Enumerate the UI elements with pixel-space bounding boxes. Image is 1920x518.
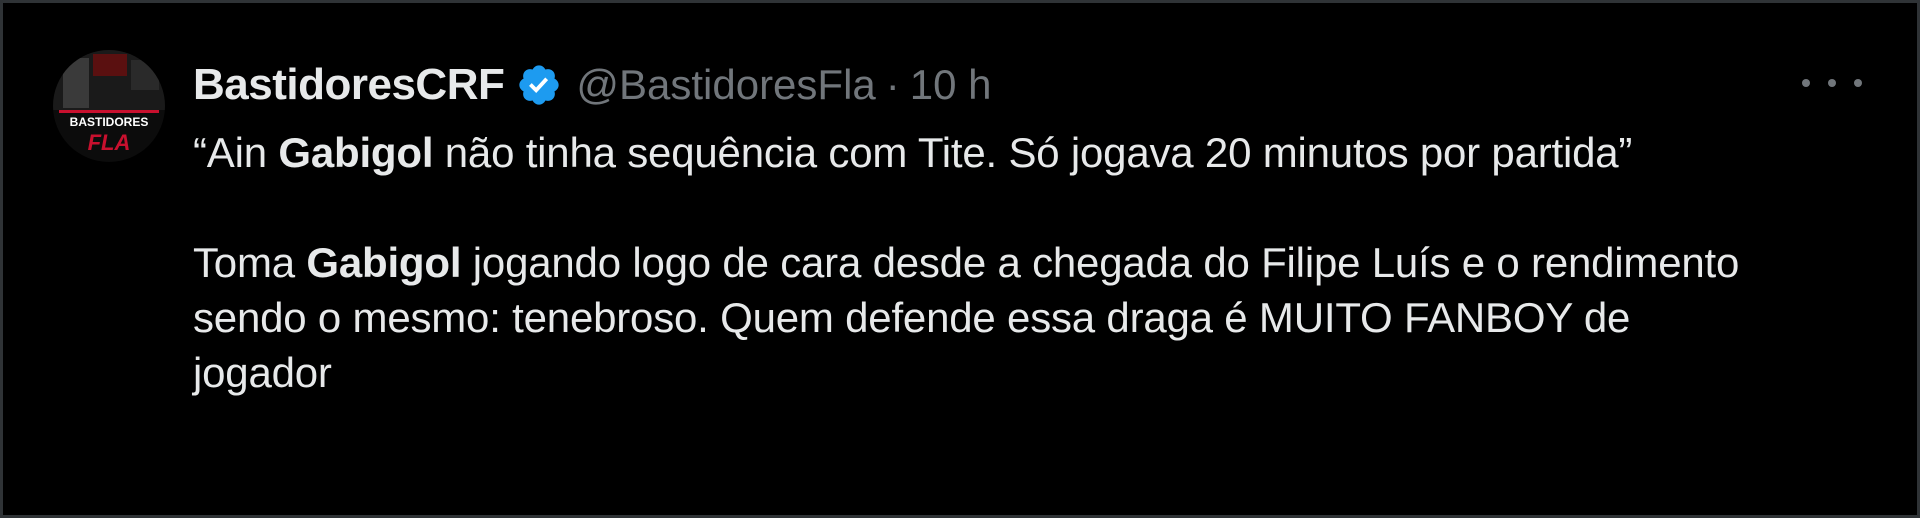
tweet-card[interactable]: BASTIDORES FLA BastidoresCRF @Bastidores…	[0, 0, 1920, 518]
avatar[interactable]: BASTIDORES FLA	[53, 50, 165, 162]
tweet-text: “Ain Gabigol não tinha sequência com Tit…	[193, 125, 1753, 400]
paragraph-2-bold: Gabigol	[306, 239, 462, 286]
paragraph-2-prefix: Toma	[193, 239, 307, 286]
separator-dot: ·	[885, 61, 900, 108]
tweet-paragraph-1: “Ain Gabigol não tinha sequência com Tit…	[193, 125, 1753, 180]
paragraph-1-bold: Gabigol	[278, 129, 434, 176]
more-horizontal-icon	[1828, 79, 1836, 87]
more-options-button[interactable]	[1802, 65, 1862, 101]
avatar-text-line-2: FLA	[88, 130, 131, 155]
avatar-image: BASTIDORES FLA	[53, 50, 165, 162]
display-name[interactable]: BastidoresCRF	[193, 60, 505, 110]
tweet-paragraph-2: Toma Gabigol jogando logo de cara desde …	[193, 235, 1753, 400]
verified-badge-icon	[516, 62, 562, 108]
user-handle[interactable]: @BastidoresFla	[576, 61, 875, 109]
more-horizontal-icon	[1854, 79, 1862, 87]
paragraph-1-prefix: “Ain	[193, 129, 279, 176]
timestamp[interactable]: 10 h	[910, 61, 992, 109]
more-horizontal-icon	[1802, 79, 1810, 87]
paragraph-1-suffix: não tinha sequência com Tite. Só jogava …	[433, 129, 1633, 176]
tweet-header: BastidoresCRF @BastidoresFla · 10 h	[193, 55, 992, 115]
avatar-text-line-1: BASTIDORES	[70, 115, 149, 129]
